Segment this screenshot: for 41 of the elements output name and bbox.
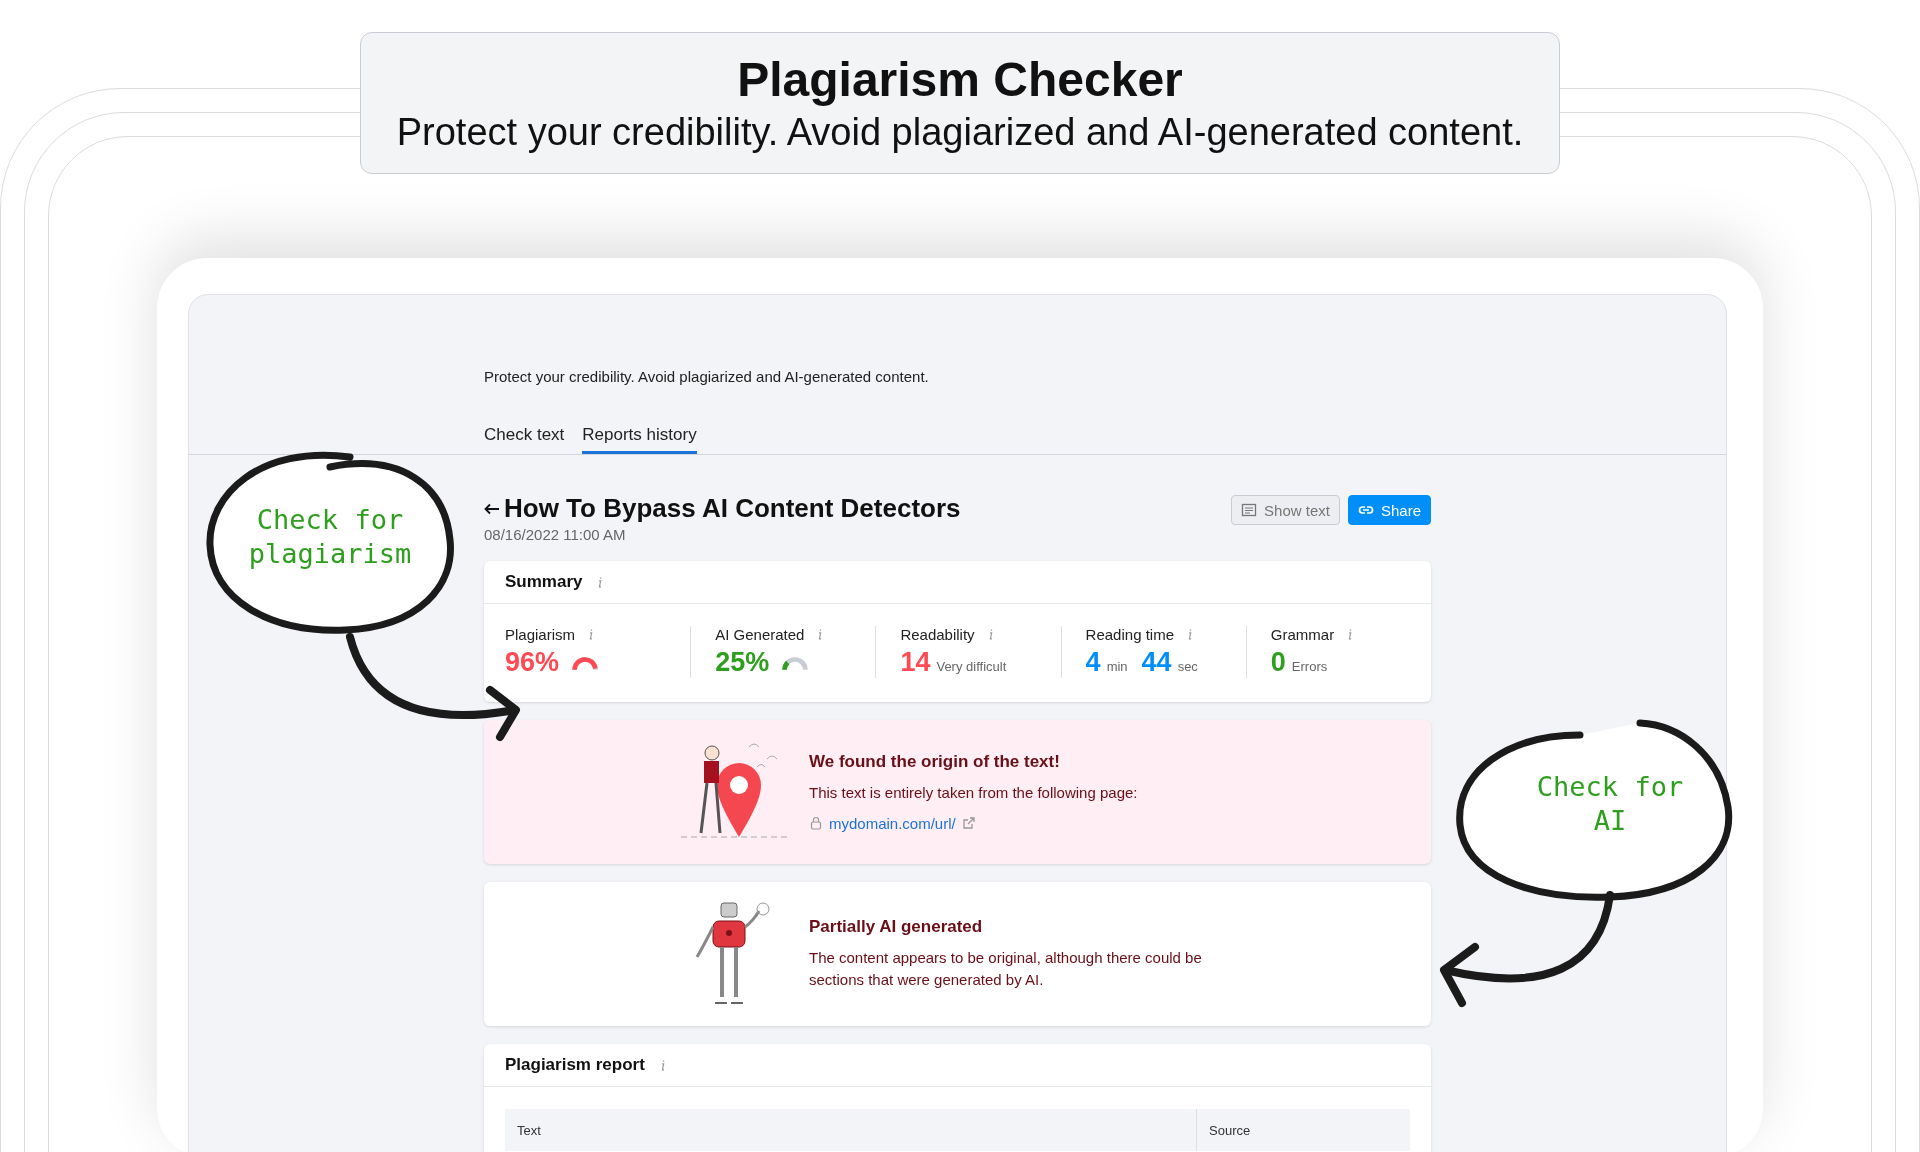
- tab[interactable]: Check text: [484, 425, 565, 454]
- metric-value: 4: [1085, 647, 1101, 678]
- metric-value: 44: [1141, 647, 1172, 678]
- ai-result-title: Partially AI generated: [809, 916, 984, 937]
- column-header: Source: [1208, 1121, 1252, 1140]
- share-button[interactable]: Share: [1347, 495, 1431, 525]
- report-date: 08/16/2022 11:00 AM: [484, 526, 627, 543]
- document-icon: [1241, 502, 1258, 518]
- external-link-icon[interactable]: [961, 816, 976, 831]
- banner-title: Plagiarism Checker: [737, 52, 1183, 107]
- gauge-meter: [781, 656, 810, 671]
- metric-label: Plagiarism: [505, 626, 576, 643]
- handwritten-note: Check for AI: [1535, 770, 1685, 838]
- back-arrow-icon[interactable]: [484, 502, 500, 515]
- metric-value: 14: [900, 647, 931, 678]
- origin-title: We found the origin of the text!: [809, 752, 1061, 773]
- gauge-meter: [571, 656, 600, 671]
- metric-label: AI Generated: [715, 626, 805, 643]
- column-header: Text: [505, 1109, 1197, 1151]
- handwritten-note: Check for plagiarism: [247, 503, 413, 571]
- card-title: Summary: [505, 572, 583, 592]
- metric-value: 96%: [505, 647, 560, 678]
- metric-label: Grammar: [1270, 626, 1335, 643]
- report-title: How To Bypass AI Content Detectors: [504, 493, 961, 524]
- metric-value: 25%: [715, 647, 770, 678]
- metric-value: 0: [1270, 647, 1286, 678]
- source-link[interactable]: mydomain.com/url/: [829, 814, 956, 832]
- lock-icon: [809, 816, 823, 831]
- card-title: Plagiarism report: [505, 1055, 645, 1075]
- tab[interactable]: Reports history: [582, 425, 697, 454]
- banner-subtitle: Protect your credibility. Avoid plagiarized and AI-generated content.: [396, 111, 1524, 154]
- metric-unit: min: [1106, 659, 1128, 674]
- metric-label: Readability: [900, 626, 975, 643]
- metric-unit: Very difficult: [936, 659, 1007, 674]
- page-description: Protect your credibility. Avoid plagiarized and AI-generated content.: [484, 368, 930, 385]
- origin-text: This text is entirely taken from the following page:: [809, 783, 1138, 804]
- show-text-button[interactable]: Show text: [1231, 495, 1340, 525]
- metric-unit: sec: [1177, 659, 1198, 674]
- metric-unit: Errors: [1291, 659, 1328, 674]
- metric-label: Reading time: [1085, 626, 1174, 643]
- ai-result-text: The content appears to be original, although there could be sections that were generated by AI.: [809, 947, 1203, 990]
